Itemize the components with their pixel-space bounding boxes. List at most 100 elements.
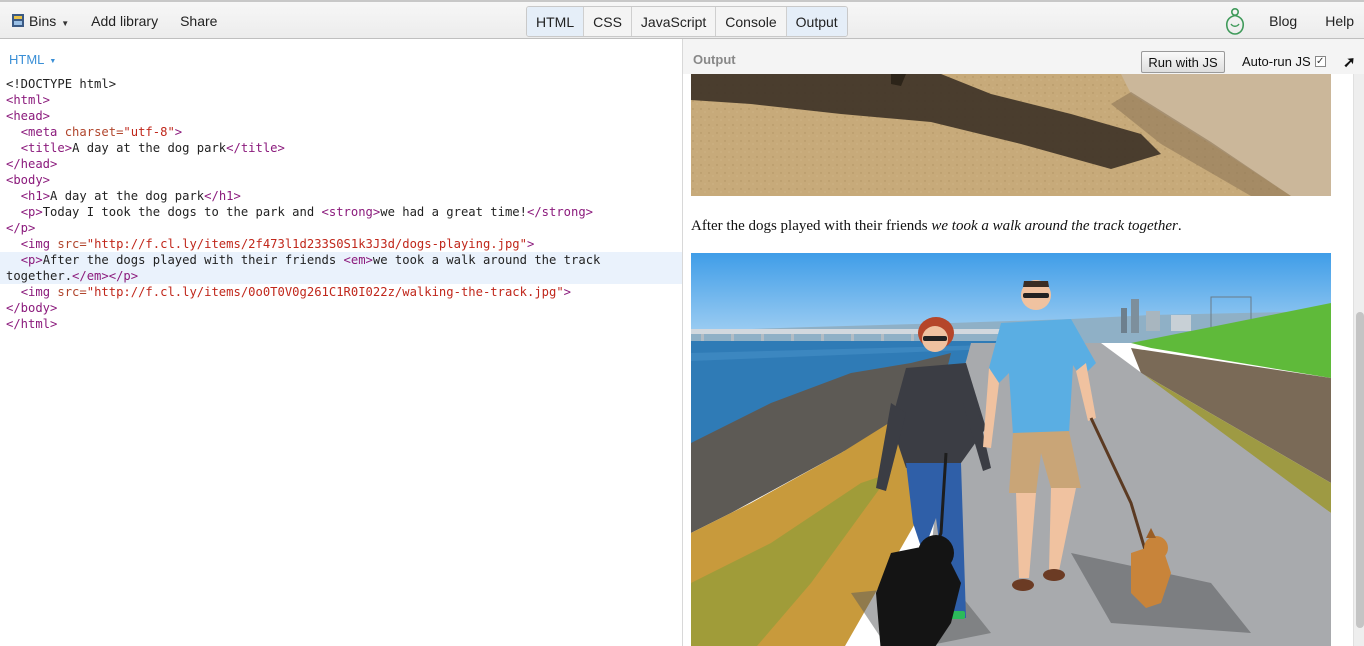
output-scrollbar-thumb[interactable]	[1356, 312, 1364, 628]
output-paragraph-end: .	[1177, 218, 1182, 234]
auto-run-js-label: Auto-run JS	[1242, 54, 1311, 69]
code-token-txt: A day at the dog park	[72, 141, 227, 155]
panel-css-button[interactable]: CSS	[584, 7, 632, 36]
code-token-tag: <p>	[20, 205, 43, 219]
output-paragraph-em: we took a walk around the track together	[931, 218, 1178, 234]
code-line[interactable]: </html>	[0, 316, 682, 332]
code-line[interactable]: <img src="http://f.cl.ly/items/0o0T0V0g2…	[0, 284, 682, 300]
code-token-txt: together.	[6, 269, 73, 283]
code-token-txt: we took a walk around the track	[372, 253, 601, 267]
auto-run-js-toggle[interactable]: Auto-run JS ✓	[1242, 54, 1326, 69]
code-line[interactable]: <meta charset="utf-8">	[0, 124, 682, 140]
share-button[interactable]: Share	[180, 13, 217, 29]
output-panel: Output Run with JS Auto-run JS ✓ ➚ After…	[683, 39, 1364, 646]
code-token-tag: >	[526, 237, 535, 251]
output-scrollbar[interactable]	[1353, 74, 1364, 646]
checkmark-icon: ✓	[1315, 56, 1325, 67]
code-token-txt: we had a great time!	[380, 205, 527, 219]
bins-menu[interactable]: Bins ▼	[12, 13, 69, 29]
code-token-tag: <meta	[20, 125, 65, 139]
code-token-tag: </h1>	[204, 189, 241, 203]
code-token-tag: <html>	[6, 93, 51, 107]
code-token-tag: </body>	[6, 301, 58, 315]
code-token-tag: <h1>	[20, 189, 51, 203]
code-token-tag: <title>	[20, 141, 73, 155]
code-token-tag: </strong>	[526, 205, 594, 219]
editor-language-selector[interactable]: HTML ▼	[9, 52, 56, 67]
code-line[interactable]: <!DOCTYPE html>	[0, 76, 682, 92]
code-token-attr: src=	[57, 237, 87, 251]
code-line[interactable]: <body>	[0, 172, 682, 188]
chevron-down-icon: ▼	[49, 58, 57, 65]
code-line[interactable]: <p>After the dogs played with their frie…	[0, 252, 682, 268]
code-token-tag: <p>	[20, 253, 43, 267]
code-line[interactable]: <html>	[0, 92, 682, 108]
output-frame: After the dogs played with their friends…	[683, 74, 1353, 646]
jsbin-logo-icon[interactable]	[1220, 5, 1250, 37]
html-editor-panel: HTML ▼ <!DOCTYPE html> <html> <head> <meta …	[0, 39, 683, 646]
dogs-playing-image	[691, 74, 1331, 196]
code-token-attr: src=	[57, 285, 87, 299]
code-token-txt: A day at the dog park	[50, 189, 205, 203]
panel-output-button[interactable]: Output	[786, 7, 847, 36]
panel-html-button[interactable]: HTML	[527, 7, 585, 36]
bins-icon	[12, 13, 24, 27]
code-editor[interactable]: <!DOCTYPE html> <html> <head> <meta charse…	[0, 76, 682, 332]
code-line[interactable]: <p>Today I took the dogs to the park and…	[0, 204, 682, 220]
help-link[interactable]: Help	[1325, 13, 1354, 29]
panel-console-button[interactable]: Console	[716, 7, 787, 36]
walking-the-track-image	[691, 253, 1331, 646]
code-token-tag: <head>	[6, 109, 51, 123]
code-line[interactable]: together.</em></p>	[0, 268, 682, 284]
output-paragraph-text: After the dogs played with their friends	[691, 218, 932, 234]
code-token-str: "utf-8"	[123, 125, 175, 139]
panel-toggle-group: HTML CSS JavaScript Console Output	[526, 6, 848, 37]
code-token-tag: <img	[20, 285, 58, 299]
bins-label: Bins	[29, 12, 57, 29]
code-token-tag: </title>	[226, 141, 285, 155]
toolbar-left-group: Bins ▼ Add library Share	[12, 2, 217, 39]
code-token-str: "http://f.cl.ly/items/0o0T0V0g261C1R0I02…	[86, 285, 564, 299]
popout-arrow-icon[interactable]: ➚	[1343, 53, 1356, 71]
code-token-txt: Today I took the dogs to the park and	[42, 205, 322, 219]
code-token-tag: >	[174, 125, 183, 139]
code-token-tag: </em></p>	[72, 269, 139, 283]
code-token-tag: </head>	[6, 157, 58, 171]
code-line[interactable]: <h1>A day at the dog park</h1>	[0, 188, 682, 204]
editor-language-label: HTML	[9, 52, 45, 67]
output-panel-label: Output	[693, 52, 736, 67]
run-with-js-button[interactable]: Run with JS	[1141, 51, 1225, 73]
code-token-txt: After the dogs played with their friends	[42, 253, 344, 267]
code-token-txt: <!DOCTYPE html>	[6, 77, 117, 91]
chevron-down-icon: ▼	[61, 18, 70, 28]
code-line[interactable]: </p>	[0, 220, 682, 236]
code-line[interactable]: </body>	[0, 300, 682, 316]
toolbar-right-group: Blog Help	[1220, 2, 1364, 39]
code-line[interactable]: <img src="http://f.cl.ly/items/2f473l1d2…	[0, 236, 682, 252]
code-token-tag: </p>	[6, 221, 36, 235]
code-token-tag: </html>	[6, 317, 58, 331]
code-token-tag: <em>	[343, 253, 373, 267]
code-token-tag: <img	[20, 237, 58, 251]
panel-javascript-button[interactable]: JavaScript	[632, 7, 717, 36]
top-toolbar: Bins ▼ Add library Share HTML CSS JavaScr…	[0, 0, 1364, 39]
code-token-tag: <strong>	[321, 205, 381, 219]
code-line[interactable]: </head>	[0, 156, 682, 172]
code-line[interactable]: <title>A day at the dog park</title>	[0, 140, 682, 156]
code-token-tag: <body>	[6, 173, 51, 187]
code-token-attr: charset=	[64, 125, 124, 139]
blog-link[interactable]: Blog	[1269, 13, 1297, 29]
code-token-str: "http://f.cl.ly/items/2f473l1d233S0S1k3J…	[86, 237, 527, 251]
code-token-tag: >	[563, 285, 572, 299]
output-paragraph: After the dogs played with their friends…	[691, 218, 1182, 235]
add-library-button[interactable]: Add library	[91, 13, 158, 29]
code-line[interactable]: <head>	[0, 108, 682, 124]
auto-run-js-checkbox[interactable]: ✓	[1314, 56, 1326, 67]
